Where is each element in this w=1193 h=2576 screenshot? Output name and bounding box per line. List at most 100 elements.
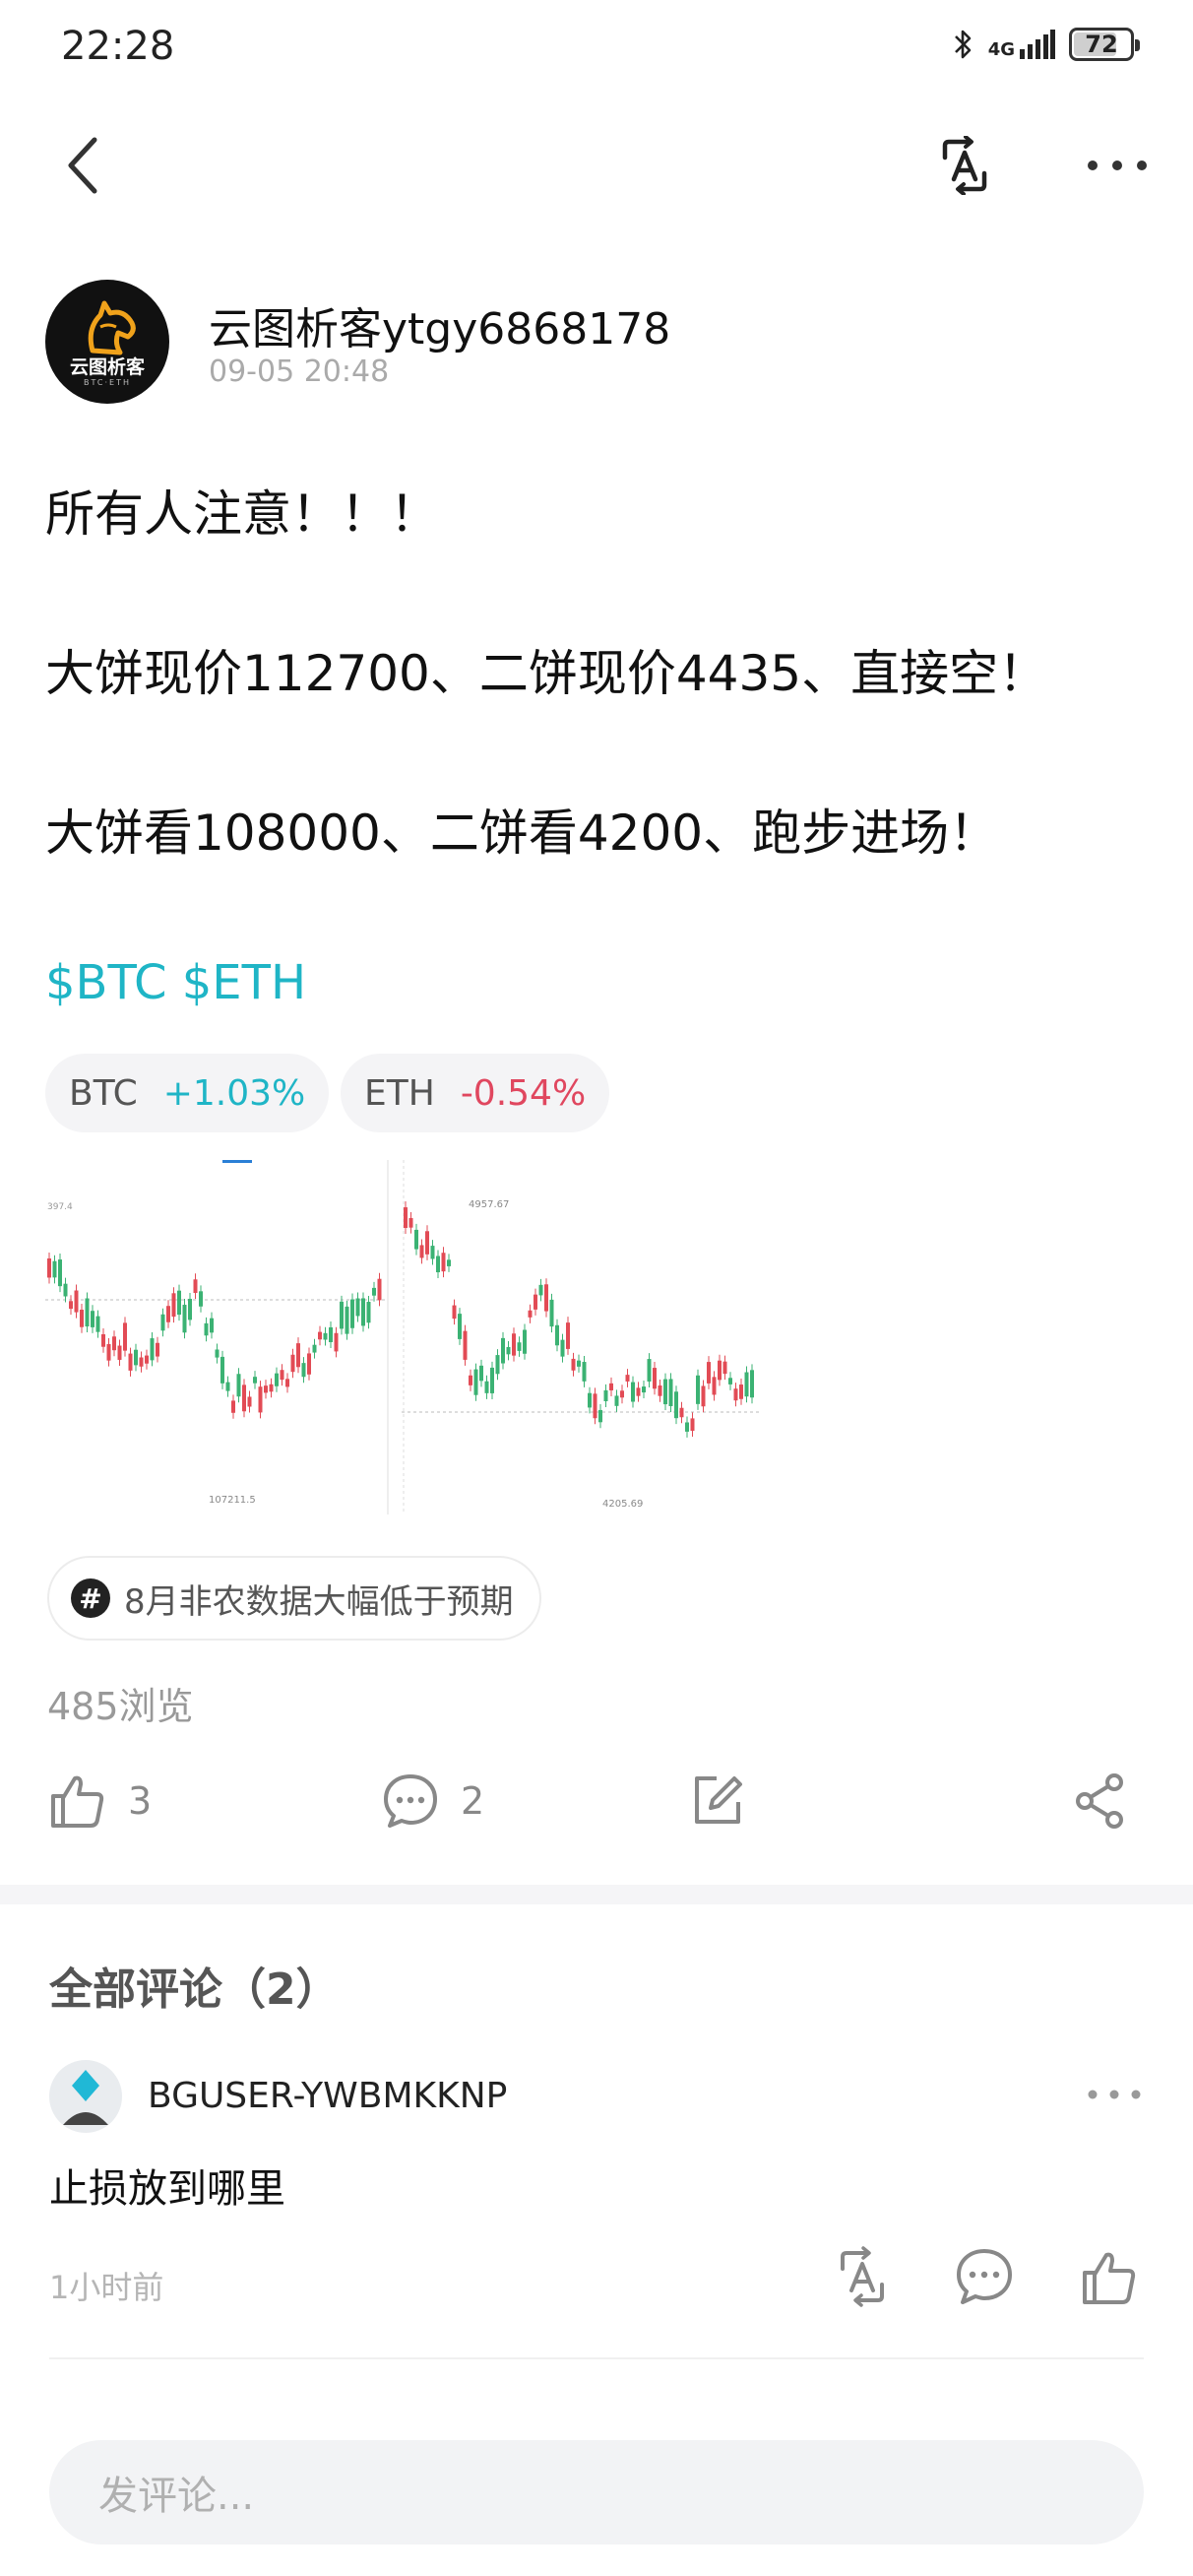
like-count: 3 xyxy=(128,1779,153,1823)
candle-body xyxy=(696,1375,700,1404)
candle-body xyxy=(323,1332,328,1340)
candle-body xyxy=(307,1353,311,1375)
candle-body xyxy=(419,1245,424,1258)
post-text-line: 大饼现价112700、二饼现价4435、直接空！ xyxy=(45,645,1048,702)
network-indicator: 4G xyxy=(988,30,1055,59)
candle-body xyxy=(210,1318,214,1333)
comment-bubble-icon xyxy=(384,1774,437,1828)
candle-body xyxy=(728,1378,732,1385)
candle-body xyxy=(145,1355,149,1364)
candle-body xyxy=(463,1330,468,1360)
comments-title: 全部评论（2） xyxy=(49,1964,340,2015)
thumbs-up-icon[interactable] xyxy=(1079,2245,1142,2308)
comment-time: 1小时前 xyxy=(49,2269,164,2306)
candle-body xyxy=(512,1333,516,1356)
comment-item: BGUSER-YWBMKKNP 止损放到哪里 1小时前 xyxy=(49,2060,1144,2355)
candle-body xyxy=(582,1362,587,1382)
comment-input[interactable]: 发评论... xyxy=(49,2440,1144,2544)
candle-body xyxy=(177,1290,181,1316)
comment-separator xyxy=(49,2357,1144,2359)
candle-body xyxy=(598,1409,602,1423)
battery-level: 72 xyxy=(1085,31,1118,58)
candle-body xyxy=(479,1365,483,1382)
ticker-tags[interactable]: $BTC $ETH xyxy=(45,955,306,1010)
candle-body xyxy=(258,1386,263,1413)
candle-body xyxy=(577,1360,581,1367)
candle-body xyxy=(679,1407,684,1418)
author-avatar[interactable]: 云图析客 BTC·ETH xyxy=(45,280,169,404)
candle-body xyxy=(372,1287,376,1296)
candle-body xyxy=(690,1418,695,1432)
edit-button[interactable] xyxy=(689,1772,744,1828)
share-button[interactable] xyxy=(1073,1772,1128,1830)
candle-body xyxy=(517,1342,522,1351)
candle-body xyxy=(253,1377,257,1384)
more-horizontal-icon[interactable] xyxy=(1083,136,1152,195)
candle-body xyxy=(739,1385,743,1399)
candlestick-charts: 397.4 107211.5 4957.67 4205.69 xyxy=(45,1160,764,1514)
comment-count: 2 xyxy=(461,1779,485,1823)
section-divider xyxy=(0,1885,1193,1904)
commenter-name[interactable]: BGUSER-YWBMKKNP xyxy=(148,2076,507,2116)
candle-body xyxy=(647,1359,652,1383)
candle-body xyxy=(625,1375,630,1382)
candle-body xyxy=(225,1382,230,1391)
candle-body xyxy=(199,1291,203,1307)
comment-button[interactable]: 2 xyxy=(382,1772,484,1830)
candle-body xyxy=(134,1349,138,1366)
candle-body xyxy=(544,1284,548,1312)
topic-tag[interactable]: # 8月非农数据大幅低于预期 xyxy=(47,1556,541,1641)
commenter-avatar[interactable] xyxy=(49,2060,122,2133)
candle-body xyxy=(653,1368,657,1389)
candle-body xyxy=(458,1314,462,1339)
btc-chart-high-label: 397.4 xyxy=(47,1202,73,1212)
post-author: 云图析客 BTC·ETH 云图析客ytgy6868178 09-05 20:48 xyxy=(45,280,1148,408)
candle-body xyxy=(495,1355,500,1375)
btc-price-chip[interactable]: BTC +1.03% xyxy=(45,1054,330,1132)
candle-body xyxy=(674,1391,678,1419)
top-nav-bar xyxy=(0,108,1193,226)
like-button[interactable]: 3 xyxy=(49,1772,152,1830)
candle-body xyxy=(85,1298,90,1327)
translate-icon[interactable] xyxy=(831,2245,894,2308)
candle-body xyxy=(603,1389,608,1402)
candle-body xyxy=(340,1301,344,1329)
candle-body xyxy=(733,1388,738,1401)
candle-body xyxy=(280,1370,284,1381)
more-horizontal-icon[interactable] xyxy=(1085,2070,1144,2119)
chevron-left-icon[interactable] xyxy=(57,136,116,195)
candle-body xyxy=(101,1333,105,1347)
translate-icon[interactable] xyxy=(935,136,994,195)
chart-images[interactable]: 397.4 107211.5 4957.67 4205.69 xyxy=(45,1160,764,1514)
status-time: 22:28 xyxy=(61,24,175,69)
avatar-subtext: BTC·ETH xyxy=(84,378,131,387)
candle-body xyxy=(312,1344,317,1353)
candle-body xyxy=(490,1367,494,1393)
candle-body xyxy=(74,1290,79,1313)
candle-body xyxy=(128,1353,133,1371)
candle-body xyxy=(242,1385,246,1412)
candle-body xyxy=(236,1374,241,1397)
candle-body xyxy=(701,1385,706,1407)
candle-body xyxy=(247,1396,252,1407)
candle-body xyxy=(668,1379,673,1406)
candle-body xyxy=(588,1392,592,1408)
chip-symbol: ETH xyxy=(364,1072,435,1114)
candle-body xyxy=(275,1373,279,1386)
candle-body xyxy=(744,1372,749,1397)
candle-body xyxy=(290,1354,295,1373)
candle-body xyxy=(112,1336,116,1351)
candle-body xyxy=(366,1302,371,1323)
avatar-text: 云图析客 xyxy=(69,356,145,378)
candle-body xyxy=(707,1362,711,1384)
candle-body xyxy=(414,1229,418,1250)
reply-icon[interactable] xyxy=(953,2245,1016,2308)
candle-body xyxy=(182,1305,187,1333)
post-text-line: 大饼看108000、二饼看4200、跑步进场！ xyxy=(45,805,999,862)
eth-price-chip[interactable]: ETH -0.54% xyxy=(341,1054,610,1132)
candle-body xyxy=(63,1283,68,1297)
candle-body xyxy=(447,1259,451,1266)
author-name[interactable]: 云图析客ytgy6868178 xyxy=(209,293,670,356)
candle-body xyxy=(469,1375,472,1385)
candle-body xyxy=(350,1299,354,1328)
